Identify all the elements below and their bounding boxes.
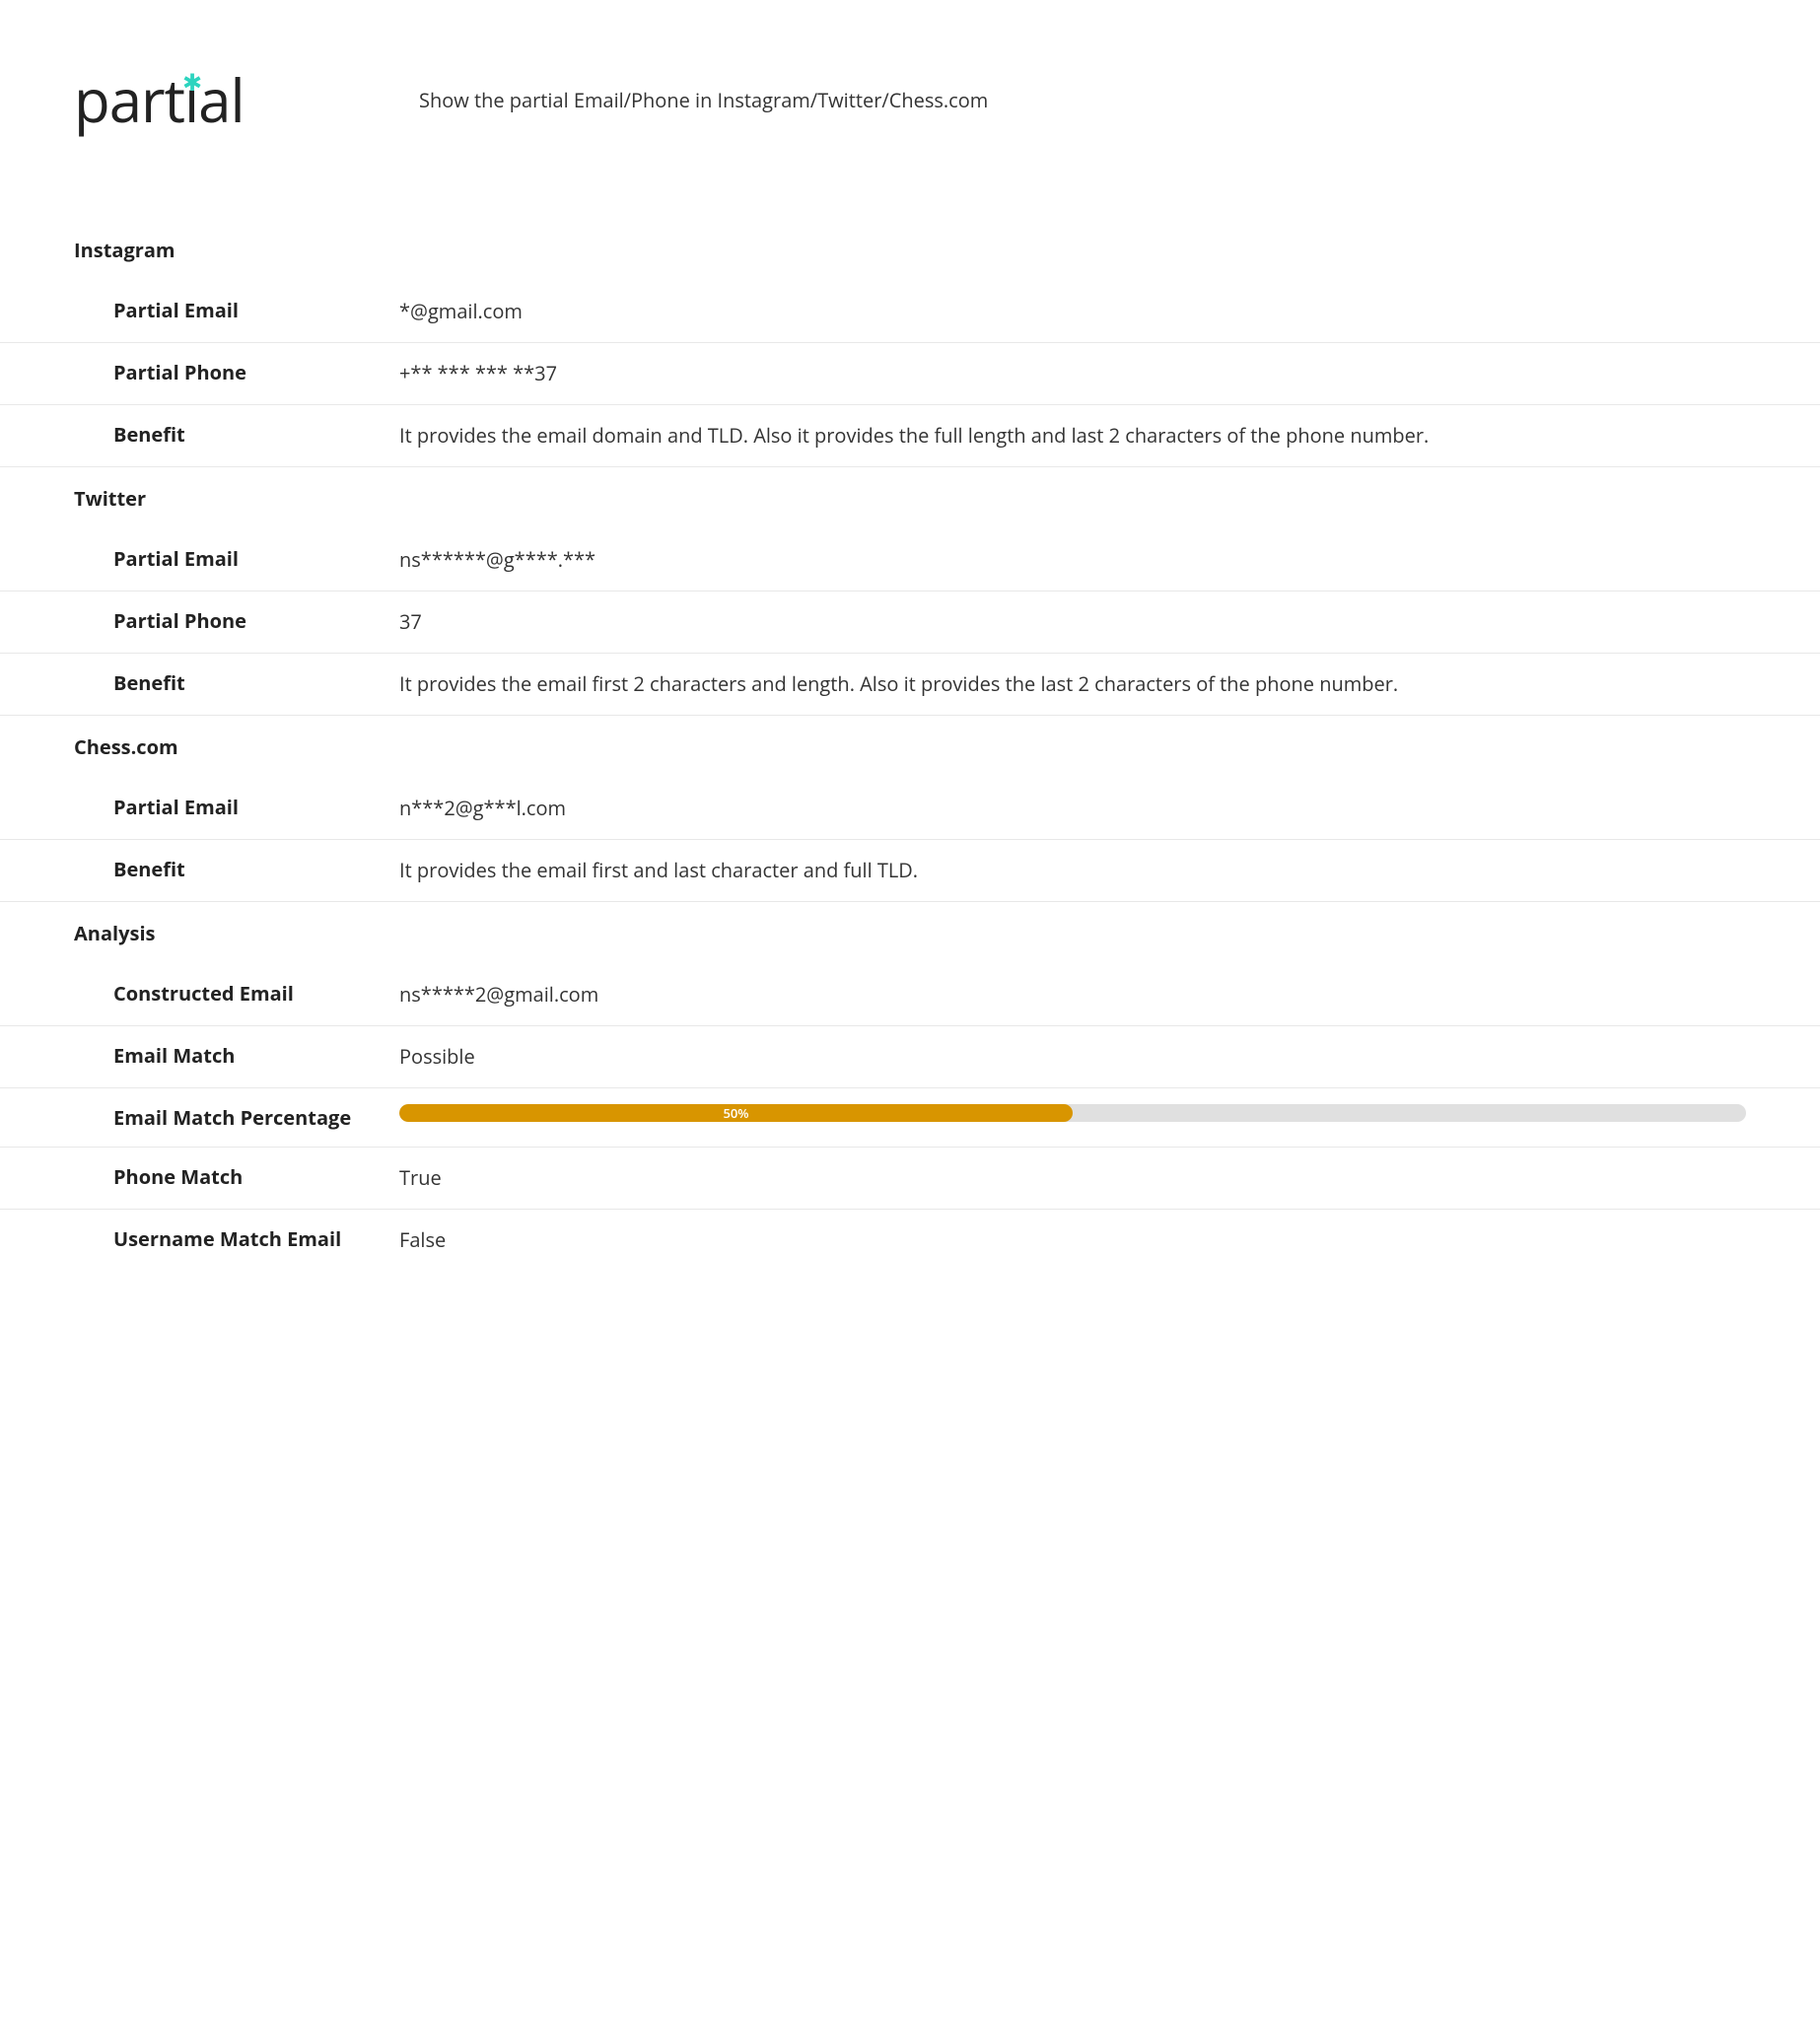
twitter-section-title: Twitter: [0, 467, 1820, 529]
twitter-benefit-row: Benefit It provides the email first 2 ch…: [0, 654, 1820, 716]
phone-match-row: Phone Match True: [0, 1148, 1820, 1210]
phone-match-label: Phone Match: [113, 1163, 399, 1190]
instagram-partial-email-row: Partial Email *@gmail.com: [0, 281, 1820, 343]
instagram-benefit-value: It provides the email domain and TLD. Al…: [399, 421, 1746, 451]
instagram-partial-phone-label: Partial Phone: [113, 359, 399, 385]
twitter-partial-phone-label: Partial Phone: [113, 607, 399, 634]
twitter-partial-phone-row: Partial Phone 37: [0, 592, 1820, 654]
twitter-partial-email-value: ns******@g****.***: [399, 545, 1746, 575]
analysis-section-title: Analysis: [0, 902, 1820, 964]
username-match-email-label: Username Match Email: [113, 1225, 399, 1252]
username-match-email-value: False: [399, 1225, 1746, 1255]
twitter-partial-email-row: Partial Email ns******@g****.***: [0, 529, 1820, 592]
email-match-progress-bar: 50%: [399, 1104, 1746, 1122]
chesscom-partial-email-row: Partial Email n***2@g***l.com: [0, 778, 1820, 840]
logo-text-part1: part: [74, 59, 184, 140]
phone-match-value: True: [399, 1163, 1746, 1193]
email-match-label: Email Match: [113, 1042, 399, 1069]
email-match-progress-fill: 50%: [399, 1104, 1073, 1122]
instagram-benefit-label: Benefit: [113, 421, 399, 448]
instagram-benefit-row: Benefit It provides the email domain and…: [0, 405, 1820, 467]
twitter-partial-phone-value: 37: [399, 607, 1746, 637]
instagram-partial-phone-row: Partial Phone +** *** *** **37: [0, 343, 1820, 405]
logo: part✱ial: [74, 59, 340, 140]
email-match-percentage-row: Email Match Percentage 50%: [0, 1088, 1820, 1148]
twitter-benefit-value: It provides the email first 2 characters…: [399, 669, 1746, 699]
main-container: part✱ial Show the partial Email/Phone in…: [0, 0, 1820, 1271]
twitter-benefit-label: Benefit: [113, 669, 399, 696]
chesscom-section-title: Chess.com: [0, 716, 1820, 778]
twitter-partial-email-label: Partial Email: [113, 545, 399, 572]
tool-description: Show the partial Email/Phone in Instagra…: [419, 87, 1746, 113]
email-match-progress-container: 50%: [399, 1104, 1746, 1122]
constructed-email-row: Constructed Email ns*****2@gmail.com: [0, 964, 1820, 1026]
chesscom-benefit-row: Benefit It provides the email first and …: [0, 840, 1820, 902]
constructed-email-label: Constructed Email: [113, 980, 399, 1007]
instagram-partial-phone-value: +** *** *** **37: [399, 359, 1746, 388]
email-match-progress-text: 50%: [723, 1104, 748, 1122]
chesscom-benefit-value: It provides the email first and last cha…: [399, 856, 1746, 885]
constructed-email-value: ns*****2@gmail.com: [399, 980, 1746, 1010]
email-match-percentage-label: Email Match Percentage: [113, 1104, 399, 1131]
email-match-value: Possible: [399, 1042, 1746, 1072]
email-match-row: Email Match Possible: [0, 1026, 1820, 1088]
username-match-email-row: Username Match Email False: [0, 1210, 1820, 1271]
chesscom-partial-email-value: n***2@g***l.com: [399, 794, 1746, 823]
chesscom-benefit-label: Benefit: [113, 856, 399, 882]
instagram-section-title: Instagram: [0, 219, 1820, 281]
chesscom-partial-email-label: Partial Email: [113, 794, 399, 820]
header: part✱ial Show the partial Email/Phone in…: [0, 0, 1820, 219]
instagram-partial-email-label: Partial Email: [113, 297, 399, 323]
instagram-partial-email-value: *@gmail.com: [399, 297, 1746, 326]
